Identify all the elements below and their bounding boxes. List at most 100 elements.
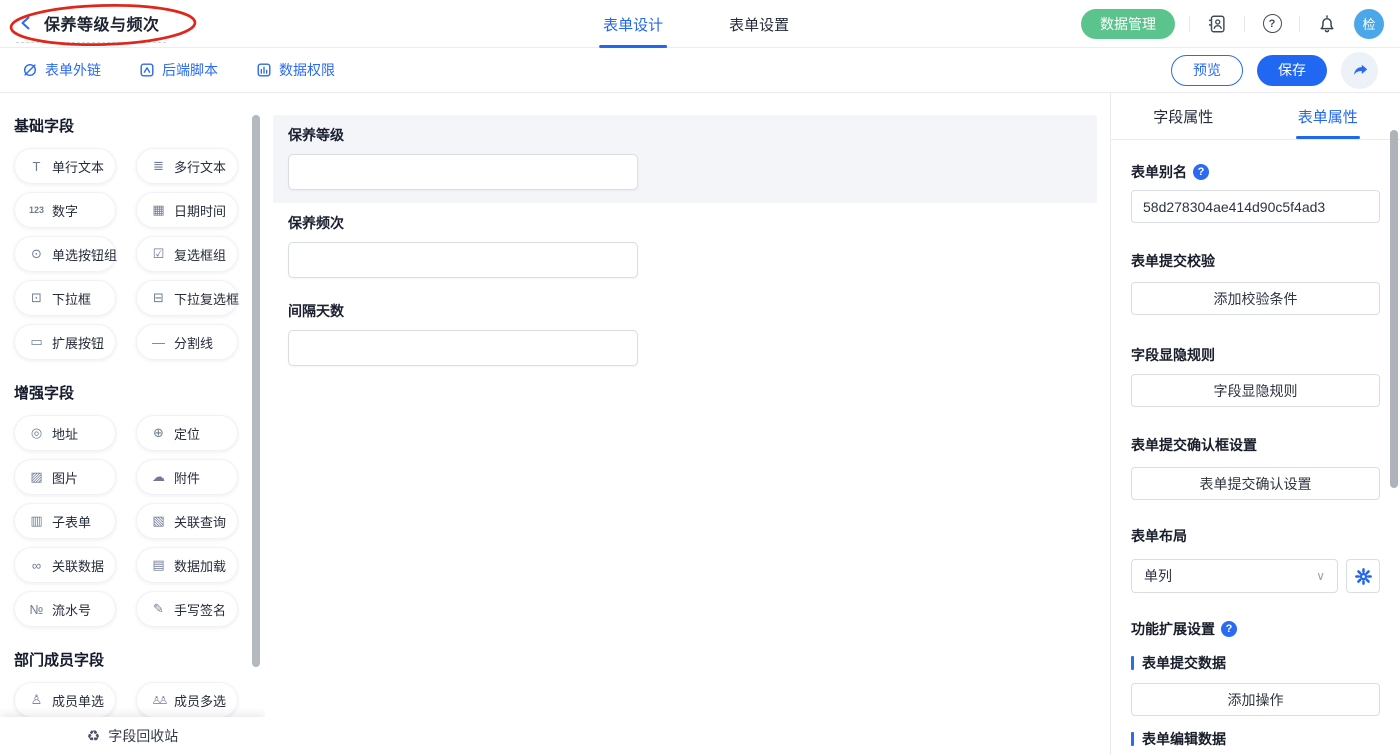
field-label: 保养等级 xyxy=(288,128,1082,142)
canvas-field-maintenance-level[interactable]: 保养等级 xyxy=(273,115,1097,203)
back-button[interactable] xyxy=(18,15,34,31)
member-fields-grid: ♙ 成员单选 ♙♙ 成员多选 xyxy=(14,682,265,718)
backend-script-button[interactable]: 后端脚本 xyxy=(139,60,218,80)
submit-confirm-settings-button[interactable]: 表单提交确认设置 xyxy=(1131,467,1380,500)
field-type-button[interactable]: ⊟ 下拉复选框 xyxy=(136,280,238,316)
properties-panel: 字段属性 表单属性 表单别名 ? 表单提交校验 添加校验条件 字段显隐规则 字段… xyxy=(1110,93,1400,755)
field-type-button[interactable]: T 单行文本 xyxy=(14,148,116,184)
field-type-label: 数据加载 xyxy=(174,556,226,575)
extension-settings-label-text: 功能扩展设置 xyxy=(1131,619,1215,639)
contacts-button[interactable] xyxy=(1204,11,1230,37)
submit-confirm-settings-label: 表单提交确认框设置 xyxy=(1131,435,1380,455)
field-type-button[interactable]: ∞ 关联数据 xyxy=(14,547,116,583)
form-layout-select[interactable]: 单列 ∨ xyxy=(1131,559,1338,593)
field-type-button[interactable]: ◎ 地址 xyxy=(14,415,116,451)
page-title: 保养等级与频次 xyxy=(44,11,160,35)
data-permission-button[interactable]: 数据权限 xyxy=(256,60,335,80)
layout-settings-button[interactable] xyxy=(1346,559,1380,593)
location-icon: ⊕ xyxy=(150,425,167,441)
field-type-label: 流水号 xyxy=(52,600,91,619)
canvas-field-interval-days[interactable]: 间隔天数 xyxy=(273,291,1097,379)
field-type-label: 单行文本 xyxy=(52,157,104,176)
linked-data-icon: ∞ xyxy=(28,558,45,573)
image-icon: ▨ xyxy=(28,469,45,485)
field-type-button[interactable]: ▥ 子表单 xyxy=(14,503,116,539)
help-button[interactable]: ? xyxy=(1259,11,1285,37)
field-type-label: 成员单选 xyxy=(52,691,104,710)
field-type-label: 手写签名 xyxy=(174,600,226,619)
field-type-button[interactable]: ♙♙ 成员多选 xyxy=(136,682,238,718)
recycle-bin-label: 字段回收站 xyxy=(108,726,178,746)
preview-button[interactable]: 预览 xyxy=(1171,55,1243,86)
field-type-button[interactable]: ≣ 多行文本 xyxy=(136,148,238,184)
external-link-button[interactable]: 表单外链 xyxy=(22,60,101,80)
field-visibility-rules-button[interactable]: 字段显隐规则 xyxy=(1131,374,1380,407)
field-type-label: 地址 xyxy=(52,424,78,443)
field-input[interactable] xyxy=(288,154,638,190)
field-type-button[interactable]: ▦ 日期时间 xyxy=(136,192,238,228)
extension-settings-label: 功能扩展设置 ? xyxy=(1131,619,1380,639)
field-type-button[interactable]: ▭ 扩展按钮 xyxy=(14,324,116,360)
tab-field-properties[interactable]: 字段属性 xyxy=(1111,93,1256,139)
tab-form-design[interactable]: 表单设计 xyxy=(599,0,667,48)
subform-icon: ▥ xyxy=(28,513,45,529)
share-button[interactable] xyxy=(1341,52,1378,89)
field-type-button[interactable]: ▧ 关联查询 xyxy=(136,503,238,539)
field-type-button[interactable]: ▤ 数据加载 xyxy=(136,547,238,583)
signature-icon: ✎ xyxy=(150,601,167,617)
sidebar-scrollbar[interactable] xyxy=(252,115,260,667)
top-header: 保养等级与频次 表单设计 表单设置 数据管理 ? xyxy=(0,0,1400,48)
form-toolbar: 表单外链 后端脚本 数据权限 预览 保存 xyxy=(0,48,1400,93)
field-type-label: 分割线 xyxy=(174,333,213,352)
field-type-label: 日期时间 xyxy=(174,201,226,220)
field-type-button[interactable]: ⊙ 单选按钮组 xyxy=(14,236,116,272)
external-link-icon xyxy=(22,62,38,78)
field-type-button[interactable]: — 分割线 xyxy=(136,324,238,360)
contacts-icon xyxy=(1206,13,1228,35)
field-type-button[interactable]: ☑ 复选框组 xyxy=(136,236,238,272)
field-type-button[interactable]: ⊕ 定位 xyxy=(136,415,238,451)
field-label: 间隔天数 xyxy=(288,304,1082,318)
main-body: 基础字段 T 单行文本 ≣ 多行文本 123 数字 xyxy=(0,93,1400,755)
field-recycle-bin-button[interactable]: ♻ 字段回收站 xyxy=(0,717,265,755)
notifications-button[interactable] xyxy=(1314,11,1340,37)
divider xyxy=(1244,16,1245,32)
help-badge-icon[interactable]: ? xyxy=(1193,164,1209,180)
form-edit-data-label-text: 表单编辑数据 xyxy=(1142,729,1226,749)
tab-form-properties[interactable]: 表单属性 xyxy=(1256,93,1400,139)
data-manage-button[interactable]: 数据管理 xyxy=(1081,9,1175,39)
field-input[interactable] xyxy=(288,330,638,366)
canvas-field-maintenance-frequency[interactable]: 保养频次 xyxy=(273,203,1097,291)
tab-form-settings[interactable]: 表单设置 xyxy=(725,0,793,48)
form-submit-data-label-text: 表单提交数据 xyxy=(1142,653,1226,673)
field-type-label: 关联查询 xyxy=(174,512,226,531)
field-type-button[interactable]: ✎ 手写签名 xyxy=(136,591,238,627)
panel-scrollbar[interactable] xyxy=(1390,130,1398,488)
toolbar-actions: 预览 保存 xyxy=(1171,52,1378,89)
field-type-button[interactable]: ⊡ 下拉框 xyxy=(14,280,116,316)
add-validation-condition-button[interactable]: 添加校验条件 xyxy=(1131,282,1380,315)
form-designer-app: 保养等级与频次 表单设计 表单设置 数据管理 ? xyxy=(0,0,1400,755)
section-title-basic-fields: 基础字段 xyxy=(14,115,265,136)
field-type-button[interactable]: ▨ 图片 xyxy=(14,459,116,495)
form-alias-input[interactable] xyxy=(1131,190,1380,223)
data-permission-icon xyxy=(256,62,272,78)
extend-button-icon: ▭ xyxy=(28,334,45,350)
field-type-button[interactable]: ☁ 附件 xyxy=(136,459,238,495)
field-type-button[interactable]: 123 数字 xyxy=(14,192,116,228)
form-layout-value: 单列 xyxy=(1144,566,1172,586)
bell-icon xyxy=(1316,13,1338,35)
save-button[interactable]: 保存 xyxy=(1257,55,1327,86)
section-title-member-fields: 部门成员字段 xyxy=(14,649,265,670)
field-input[interactable] xyxy=(288,242,638,278)
user-avatar[interactable]: 检 xyxy=(1354,9,1384,39)
section-marker xyxy=(1131,732,1134,746)
divider-icon: — xyxy=(150,335,167,350)
field-type-button[interactable]: № 流水号 xyxy=(14,591,116,627)
field-type-label: 下拉框 xyxy=(52,289,91,308)
field-type-button[interactable]: ♙ 成员单选 xyxy=(14,682,116,718)
field-type-label: 复选框组 xyxy=(174,245,226,264)
help-badge-icon[interactable]: ? xyxy=(1221,621,1237,637)
breadcrumb: 保养等级与频次 xyxy=(16,11,166,43)
add-submit-action-button[interactable]: 添加操作 xyxy=(1131,683,1380,716)
